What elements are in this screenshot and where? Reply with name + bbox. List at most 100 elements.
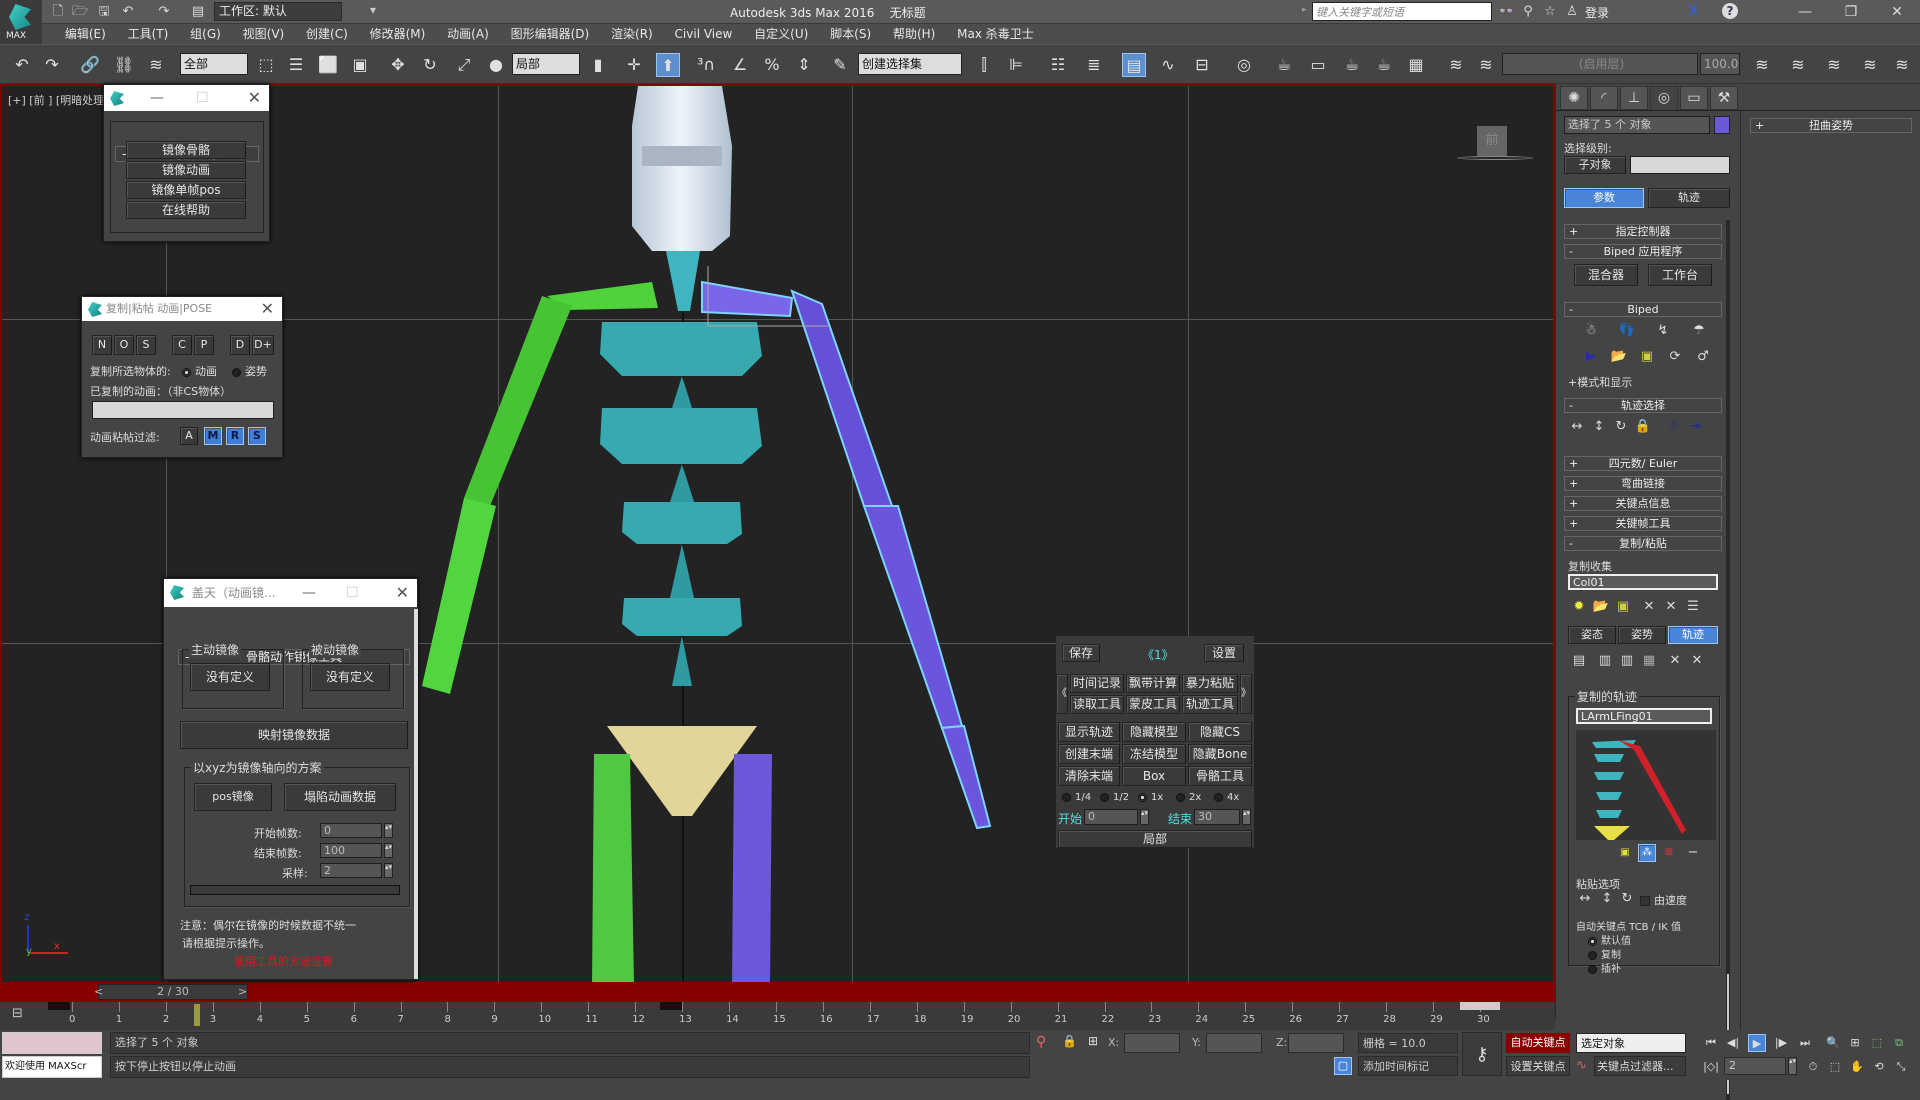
freeze-model-button[interactable]: 冻结模型 bbox=[1122, 744, 1186, 764]
start-frames-spinner[interactable]: ▴▾ bbox=[384, 823, 393, 838]
render-iterative-icon[interactable]: ☕ bbox=[1372, 53, 1396, 77]
s-button[interactable]: S bbox=[136, 335, 156, 355]
copied-track-dropdown[interactable]: LArmLFing01 bbox=[1576, 708, 1712, 724]
rollout-biped[interactable]: - Biped bbox=[1564, 302, 1722, 317]
search-input[interactable]: 键入关键字或短语 bbox=[1312, 2, 1492, 21]
save-file-icon[interactable]: 🖫 bbox=[96, 4, 112, 20]
hide-model-button[interactable]: 隐藏模型 bbox=[1122, 722, 1186, 742]
delete-all-tracks-icon[interactable]: ✕ bbox=[1688, 652, 1706, 670]
object-color-swatch[interactable] bbox=[1714, 116, 1730, 134]
current-frame-spinner[interactable]: ▴▾ bbox=[1788, 1057, 1797, 1075]
track-option-minus-icon[interactable]: − bbox=[1684, 844, 1702, 862]
y-coordinate-input[interactable] bbox=[1206, 1033, 1262, 1053]
move-all-mode-icon[interactable]: ♂ bbox=[1694, 348, 1712, 366]
selection-filter-dropdown[interactable]: 全部 bbox=[180, 53, 248, 75]
angle-snap-icon[interactable]: ∠ bbox=[728, 53, 752, 77]
pose-tab[interactable]: 姿势 bbox=[1618, 626, 1666, 644]
end-frame-input[interactable]: 30 bbox=[1194, 809, 1240, 825]
biped-playback-icon[interactable]: ▶ bbox=[1582, 348, 1600, 366]
go-to-start-icon[interactable]: ⏮ bbox=[1702, 1034, 1720, 1052]
local-button[interactable]: 局部 bbox=[1058, 830, 1252, 848]
dialog-titlebar[interactable]: 复制|粘帖 动画|POSE ✕ bbox=[82, 297, 282, 321]
rollout-bend-links[interactable]: + 弯曲链接 bbox=[1564, 476, 1722, 491]
menu-rendering[interactable]: 渲染(R) bbox=[602, 24, 662, 44]
z-coordinate-input[interactable] bbox=[1288, 1033, 1344, 1053]
speed-radio-quarter[interactable]: 1/4 bbox=[1062, 792, 1091, 803]
filter-r-button[interactable]: R bbox=[226, 427, 244, 445]
time-record-button[interactable]: 时间记录 bbox=[1070, 674, 1124, 693]
body-rotation-icon[interactable]: ↻ bbox=[1612, 418, 1630, 436]
menu-group[interactable]: 组(G) bbox=[181, 24, 230, 44]
radio-pose[interactable]: 姿势 bbox=[232, 363, 267, 379]
load-collection-icon[interactable]: 📂 bbox=[1592, 598, 1610, 616]
sub-object-dropdown[interactable] bbox=[1630, 156, 1730, 174]
key-marker[interactable] bbox=[660, 1002, 682, 1010]
edit-named-selection-icon[interactable]: ✎ bbox=[828, 53, 852, 77]
menu-modifiers[interactable]: 修改器(M) bbox=[361, 24, 435, 44]
mirror-single-frame-button[interactable]: 镜像单帧pos bbox=[126, 181, 246, 199]
pan-view-icon[interactable]: ✋ bbox=[1848, 1058, 1866, 1076]
mirror-animation-button[interactable]: 镜像动画 bbox=[126, 161, 246, 179]
paste-track-icon[interactable]: ▥ bbox=[1596, 652, 1614, 670]
move-icon[interactable]: ✥ bbox=[386, 53, 410, 77]
key-marker[interactable] bbox=[48, 1002, 70, 1010]
set-key-button[interactable]: 设置关键点 bbox=[1506, 1056, 1570, 1076]
copied-animation-dropdown[interactable] bbox=[92, 401, 274, 419]
render-cloud-icon[interactable]: ▦ bbox=[1404, 53, 1428, 77]
redo-icon[interactable]: ↷ bbox=[40, 53, 64, 77]
scene-explorer-icon[interactable]: ☷ bbox=[1046, 53, 1070, 77]
isolate-selection-icon[interactable]: ⚲ bbox=[1036, 1034, 1046, 1050]
window-crossing-icon[interactable]: ▣ bbox=[348, 53, 372, 77]
menu-views[interactable]: 视图(V) bbox=[234, 24, 294, 44]
settings-button[interactable]: 设置 bbox=[1204, 644, 1244, 662]
p-button[interactable]: P bbox=[194, 335, 214, 355]
link-icon[interactable]: 🔗 bbox=[78, 53, 102, 77]
mixer-button[interactable]: 混合器 bbox=[1574, 264, 1638, 286]
start-frames-input[interactable]: 0 bbox=[320, 823, 382, 838]
speed-radio-half[interactable]: 1/2 bbox=[1100, 792, 1129, 803]
new-file-icon[interactable]: 🗋 bbox=[50, 4, 66, 20]
key-mode-dropdown[interactable]: 选定对象 bbox=[1576, 1033, 1686, 1053]
sample-input[interactable]: 2 bbox=[320, 863, 382, 878]
schematic-view-icon[interactable]: ⊟ bbox=[1190, 53, 1214, 77]
paste-horizontal-icon[interactable]: ↔ bbox=[1576, 890, 1594, 908]
workbench-button[interactable]: 工作台 bbox=[1648, 264, 1712, 286]
close-icon[interactable]: ✕ bbox=[248, 85, 261, 111]
curve-editor-icon[interactable]: ∿ bbox=[1156, 53, 1180, 77]
track-bar[interactable]: ⊟ 0 1 2 3 4 5 6 7 8 9 10 11 12 13 14 15 16 17 18 19 20 21 22 23… bbox=[0, 1002, 1555, 1030]
menu-graph-editors[interactable]: 图形编辑器(D) bbox=[502, 24, 599, 44]
pivot-center-icon[interactable]: ▮ bbox=[586, 53, 610, 77]
x-coordinate-input[interactable] bbox=[1124, 1033, 1180, 1053]
next-page-button[interactable]: 》 bbox=[1240, 674, 1252, 714]
radio-default[interactable]: 默认值 bbox=[1588, 932, 1631, 947]
body-vertical-icon[interactable]: ↕ bbox=[1590, 418, 1608, 436]
delete-collection-icon[interactable]: ✕ bbox=[1640, 598, 1658, 616]
trajectory-tool-button[interactable]: 轨迹工具 bbox=[1182, 695, 1238, 714]
undo-icon[interactable]: ↶ bbox=[120, 4, 136, 20]
menu-scripting[interactable]: 脚本(S) bbox=[821, 24, 880, 44]
layer-explorer-icon[interactable]: ≣ bbox=[1082, 53, 1106, 77]
viewcube[interactable]: 前 bbox=[1477, 126, 1507, 156]
zoom-icon[interactable]: 🔍 bbox=[1824, 1034, 1842, 1052]
c-button[interactable]: C bbox=[172, 335, 192, 355]
create-collection-icon[interactable]: ✹ bbox=[1570, 598, 1588, 616]
current-frame-marker[interactable] bbox=[194, 1004, 201, 1026]
keyboard-shortcut-override-icon[interactable]: ⬆ bbox=[656, 53, 680, 77]
motion-flow-icon[interactable]: ↯ bbox=[1654, 322, 1672, 340]
collapse-animation-button[interactable]: 塌陷动画数据 bbox=[284, 783, 396, 811]
online-help-button[interactable]: 在线帮助 bbox=[126, 201, 246, 219]
save-file-icon[interactable]: ▣ bbox=[1638, 348, 1656, 366]
key-filters-icon[interactable]: ∿ bbox=[1576, 1058, 1587, 1073]
track-option-2-button[interactable]: ⁂ bbox=[1638, 844, 1656, 862]
rollout-key-info[interactable]: + 关键点信息 bbox=[1564, 496, 1722, 511]
communication-center-icon[interactable]: ⚲ bbox=[1520, 4, 1536, 20]
spinner-snap-icon[interactable]: ⇕ bbox=[792, 53, 816, 77]
mirror-icon[interactable]: ⫿ bbox=[972, 53, 996, 77]
project-folder-icon[interactable]: ▤ bbox=[190, 4, 206, 20]
delete-selected-track-icon[interactable]: ✕ bbox=[1666, 652, 1684, 670]
close-button[interactable]: ✕ bbox=[1882, 2, 1912, 22]
radio-copy[interactable]: 复制 bbox=[1588, 946, 1621, 961]
show-trajectory-button[interactable]: 显示轨迹 bbox=[1058, 722, 1120, 742]
next-frame-icon[interactable]: |▶ bbox=[1772, 1034, 1790, 1052]
clipboard-icon[interactable]: ▦ bbox=[1640, 652, 1658, 670]
